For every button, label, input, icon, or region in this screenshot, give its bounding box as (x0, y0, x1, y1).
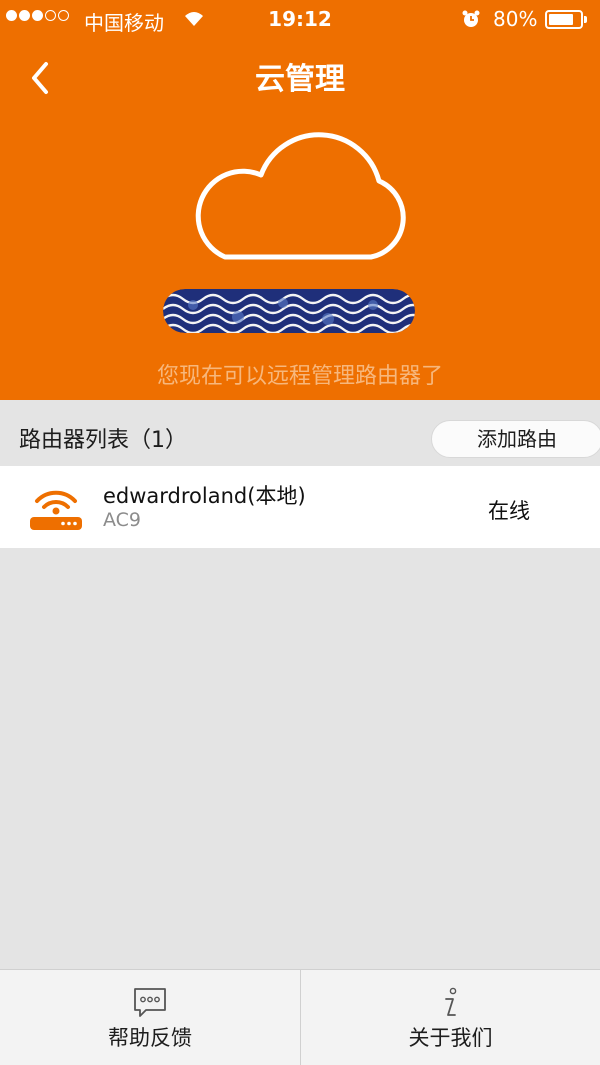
cloud-icon (195, 132, 406, 260)
redacted-cloud-account (163, 289, 415, 333)
router-list-item[interactable]: edwardroland(本地) AC9 在线 (0, 466, 600, 548)
router-status: 在线 (488, 499, 530, 523)
battery-icon (545, 10, 583, 29)
tab-about-us[interactable]: 关于我们 (300, 970, 600, 1065)
router-list-header: 路由器列表（1） 添加路由 (0, 400, 600, 466)
router-icon (30, 490, 82, 530)
chat-bubble-icon (134, 988, 166, 1017)
tab-label: 帮助反馈 (108, 1026, 192, 1050)
status-bar: 中国移动 19:12 80% (0, 0, 600, 40)
router-list-title: 路由器列表（1） (19, 428, 187, 453)
add-router-button[interactable]: 添加路由 (431, 420, 600, 458)
tab-label: 关于我们 (408, 1026, 493, 1050)
router-model: AC9 (103, 509, 142, 531)
tab-bar: 帮助反馈 关于我们 (0, 969, 600, 1065)
battery-tip (584, 16, 587, 23)
tab-help-feedback[interactable]: 帮助反馈 (0, 970, 300, 1065)
header: 中国移动 19:12 80% 云管理 您现在可以远程管理路由器了 (0, 0, 600, 400)
alarm-clock-icon (462, 10, 480, 27)
battery-percent: 80% (493, 7, 538, 31)
page-title: 云管理 (255, 62, 345, 97)
router-name: edwardroland(本地) (103, 484, 306, 508)
battery-level (549, 14, 573, 25)
remote-manage-hint: 您现在可以远程管理路由器了 (156, 364, 443, 389)
info-icon (445, 987, 457, 1016)
